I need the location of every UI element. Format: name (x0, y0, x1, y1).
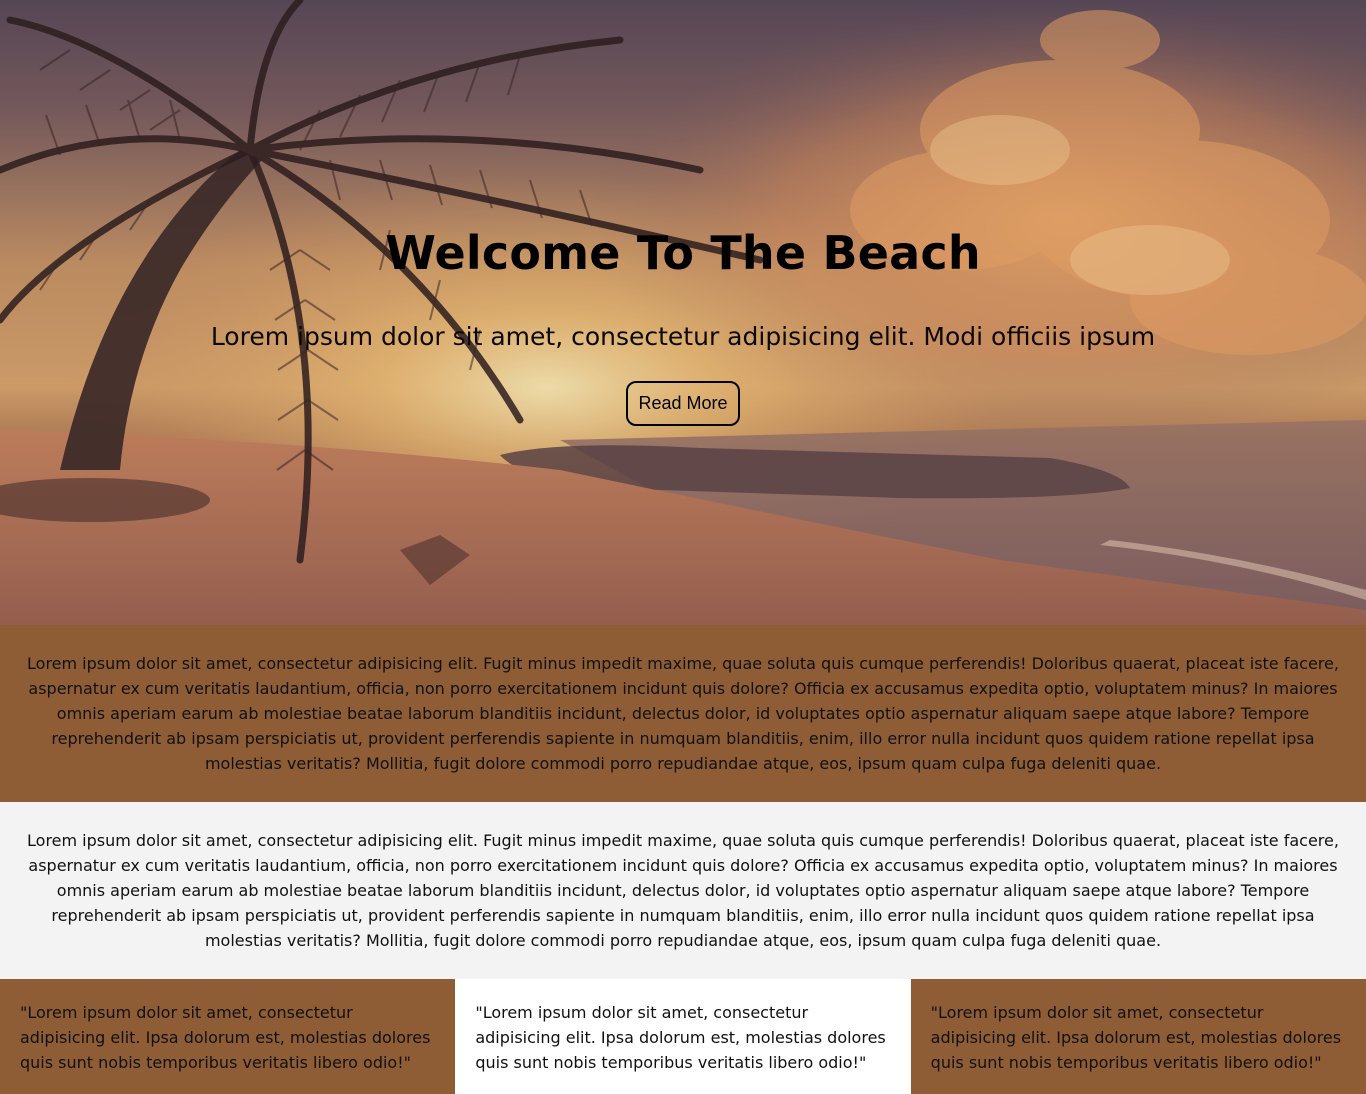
quote-card: "Lorem ipsum dolor sit amet, consectetur… (0, 979, 456, 1094)
intro-text-section: Lorem ipsum dolor sit amet, consectetur … (0, 625, 1366, 802)
quote-text: "Lorem ipsum dolor sit amet, consectetur… (475, 1003, 886, 1072)
quote-text: "Lorem ipsum dolor sit amet, consectetur… (20, 1003, 431, 1072)
quote-card: "Lorem ipsum dolor sit amet, consectetur… (455, 979, 911, 1094)
hero-title: Welcome To The Beach (385, 226, 981, 280)
secondary-text-section: Lorem ipsum dolor sit amet, consectetur … (0, 802, 1366, 979)
quote-card: "Lorem ipsum dolor sit amet, consectetur… (910, 979, 1366, 1094)
hero-subtitle: Lorem ipsum dolor sit amet, consectetur … (210, 322, 1156, 351)
intro-paragraph: Lorem ipsum dolor sit amet, consectetur … (27, 654, 1339, 773)
quote-text: "Lorem ipsum dolor sit amet, consectetur… (930, 1003, 1342, 1072)
secondary-paragraph: Lorem ipsum dolor sit amet, consectetur … (27, 831, 1339, 950)
read-more-button[interactable]: Read More (626, 381, 740, 426)
quotes-section: "Lorem ipsum dolor sit amet, consectetur… (0, 979, 1366, 1094)
hero-section: Welcome To The Beach Lorem ipsum dolor s… (0, 0, 1366, 625)
hero-content: Welcome To The Beach Lorem ipsum dolor s… (0, 0, 1366, 625)
